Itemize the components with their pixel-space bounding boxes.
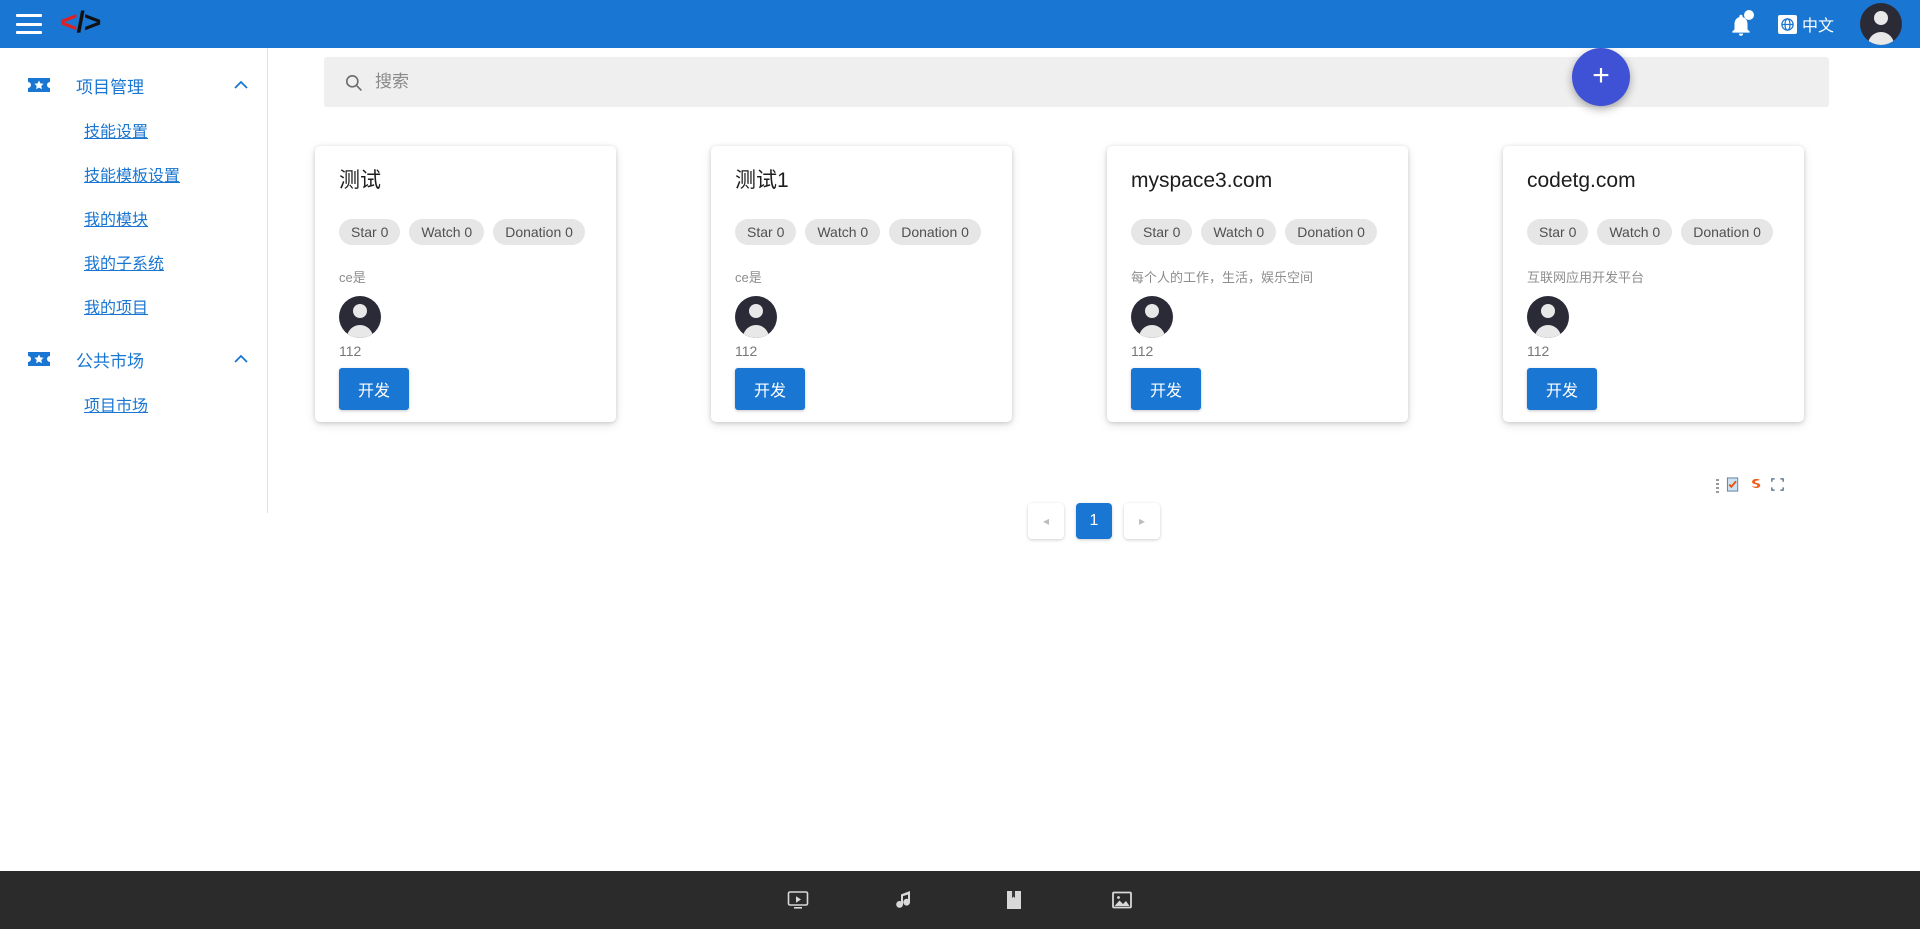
user-avatar-icon bbox=[347, 304, 373, 339]
card-description: ce是 bbox=[735, 270, 762, 286]
sidebar-item-my-modules[interactable]: 我的模块 bbox=[0, 196, 267, 240]
stat-watch[interactable]: Watch 0 bbox=[1597, 219, 1673, 246]
image-icon bbox=[1112, 891, 1132, 909]
book-icon bbox=[1007, 891, 1021, 909]
card-description: ce是 bbox=[339, 270, 366, 286]
globe-icon bbox=[1777, 14, 1797, 34]
chevron-up-icon[interactable] bbox=[233, 78, 249, 93]
logo-lt: < bbox=[60, 6, 78, 39]
app-logo[interactable]: < / > bbox=[60, 6, 102, 39]
ticket-star-icon bbox=[26, 72, 52, 98]
stat-star[interactable]: Star 0 bbox=[1131, 219, 1193, 246]
search-icon bbox=[344, 73, 363, 92]
user-avatar-icon bbox=[1535, 304, 1561, 339]
card-username: 112 bbox=[735, 343, 758, 360]
dock-item-video[interactable] bbox=[783, 885, 813, 915]
stat-watch[interactable]: Watch 0 bbox=[409, 219, 485, 246]
hamburger-menu-icon[interactable] bbox=[16, 14, 42, 34]
top-app-bar: < / > 中文 bbox=[0, 0, 1920, 48]
language-switcher[interactable]: 中文 bbox=[1777, 12, 1834, 36]
stat-donation[interactable]: Donation 0 bbox=[1285, 219, 1377, 246]
pagination: ◂ 1 ▸ bbox=[268, 503, 1920, 539]
sidebar-item-my-subsystems[interactable]: 我的子系统 bbox=[0, 240, 267, 284]
sidebar-item-skill-settings[interactable]: 技能设置 bbox=[0, 108, 267, 152]
user-avatar[interactable] bbox=[1860, 3, 1902, 45]
ticket-star-icon bbox=[26, 346, 52, 372]
browser-extension-toolbar bbox=[1716, 476, 1785, 498]
project-card[interactable]: 测试1 Star 0 Watch 0 Donation 0 ce是 112 开发 bbox=[711, 146, 1012, 422]
sidebar-group-label: 公共市场 bbox=[76, 351, 144, 371]
chevron-up-icon[interactable] bbox=[233, 352, 249, 367]
sidebar-item-skill-template-settings[interactable]: 技能模板设置 bbox=[0, 152, 267, 196]
pagination-next-button[interactable]: ▸ bbox=[1124, 503, 1160, 539]
project-card[interactable]: myspace3.com Star 0 Watch 0 Donation 0 每… bbox=[1107, 146, 1408, 422]
search-input[interactable] bbox=[375, 72, 1771, 92]
stat-watch[interactable]: Watch 0 bbox=[1201, 219, 1277, 246]
stat-star[interactable]: Star 0 bbox=[1527, 219, 1589, 246]
card-avatar bbox=[1527, 296, 1569, 339]
develop-button[interactable]: 开发 bbox=[1527, 368, 1598, 411]
notifications-button[interactable] bbox=[1726, 9, 1756, 39]
sidebar-group-public-market[interactable]: 公共市场 bbox=[0, 336, 267, 382]
bottom-dock bbox=[0, 871, 1920, 929]
dock-item-music[interactable] bbox=[891, 885, 921, 915]
note-check-icon[interactable] bbox=[1726, 477, 1741, 497]
card-description: 每个人的工作，生活，娱乐空间 bbox=[1131, 270, 1314, 286]
card-stats: Star 0 Watch 0 Donation 0 bbox=[1527, 219, 1780, 246]
develop-button[interactable]: 开发 bbox=[1131, 368, 1202, 411]
card-avatar bbox=[1131, 296, 1173, 339]
stat-donation[interactable]: Donation 0 bbox=[889, 219, 981, 246]
main-content: 测试 Star 0 Watch 0 Donation 0 ce是 112 开发 … bbox=[268, 48, 1920, 877]
card-username: 112 bbox=[1131, 343, 1154, 360]
sidebar-item-project-market[interactable]: 项目市场 bbox=[0, 382, 267, 426]
develop-button[interactable]: 开发 bbox=[339, 368, 410, 411]
card-avatar bbox=[339, 296, 381, 339]
card-avatar bbox=[735, 296, 777, 339]
card-title: 测试 bbox=[339, 169, 381, 192]
card-title: 测试1 bbox=[735, 169, 789, 192]
user-avatar-icon bbox=[743, 304, 769, 339]
language-label: 中文 bbox=[1801, 18, 1834, 35]
stat-donation[interactable]: Donation 0 bbox=[1681, 219, 1773, 246]
screen-capture-icon[interactable] bbox=[1770, 477, 1785, 497]
sogou-s-icon[interactable] bbox=[1748, 477, 1763, 497]
project-card[interactable]: codetg.com Star 0 Watch 0 Donation 0 互联网… bbox=[1503, 146, 1804, 422]
video-player-icon bbox=[787, 891, 809, 909]
card-username: 112 bbox=[1527, 343, 1550, 360]
dock-item-book[interactable] bbox=[999, 885, 1029, 915]
sidebar: 项目管理 技能设置 技能模板设置 我的模块 我的子系统 我的项目 公共市场 项目… bbox=[0, 48, 268, 513]
stat-star[interactable]: Star 0 bbox=[735, 219, 797, 246]
card-username: 112 bbox=[339, 343, 362, 360]
project-card-grid: 测试 Star 0 Watch 0 Donation 0 ce是 112 开发 … bbox=[268, 146, 1920, 422]
card-title: codetg.com bbox=[1527, 169, 1636, 192]
music-note-icon bbox=[896, 891, 910, 908]
pagination-page-1[interactable]: 1 bbox=[1076, 503, 1112, 539]
sidebar-group-project-management[interactable]: 项目管理 bbox=[0, 62, 267, 108]
sidebar-item-my-projects[interactable]: 我的项目 bbox=[0, 284, 267, 328]
logo-gt: > bbox=[83, 6, 102, 39]
card-stats: Star 0 Watch 0 Donation 0 bbox=[1131, 219, 1384, 246]
stat-watch[interactable]: Watch 0 bbox=[805, 219, 881, 246]
card-description: 互联网应用开发平台 bbox=[1527, 270, 1645, 286]
logo-slash: / bbox=[76, 6, 85, 39]
dock-item-image[interactable] bbox=[1107, 885, 1137, 915]
sidebar-group-label: 项目管理 bbox=[76, 77, 144, 97]
user-avatar-icon bbox=[1139, 304, 1165, 339]
card-stats: Star 0 Watch 0 Donation 0 bbox=[339, 219, 592, 246]
project-card[interactable]: 测试 Star 0 Watch 0 Donation 0 ce是 112 开发 bbox=[315, 146, 616, 422]
develop-button[interactable]: 开发 bbox=[735, 368, 806, 411]
stat-star[interactable]: Star 0 bbox=[339, 219, 401, 246]
stat-donation[interactable]: Donation 0 bbox=[493, 219, 585, 246]
card-title: myspace3.com bbox=[1131, 169, 1273, 192]
notification-badge-dot bbox=[1743, 10, 1754, 20]
card-stats: Star 0 Watch 0 Donation 0 bbox=[735, 219, 988, 246]
pagination-prev-button[interactable]: ◂ bbox=[1028, 503, 1064, 539]
add-project-fab[interactable]: + bbox=[1572, 48, 1630, 106]
user-avatar-icon bbox=[1868, 11, 1894, 45]
drag-handle[interactable] bbox=[1716, 479, 1719, 495]
